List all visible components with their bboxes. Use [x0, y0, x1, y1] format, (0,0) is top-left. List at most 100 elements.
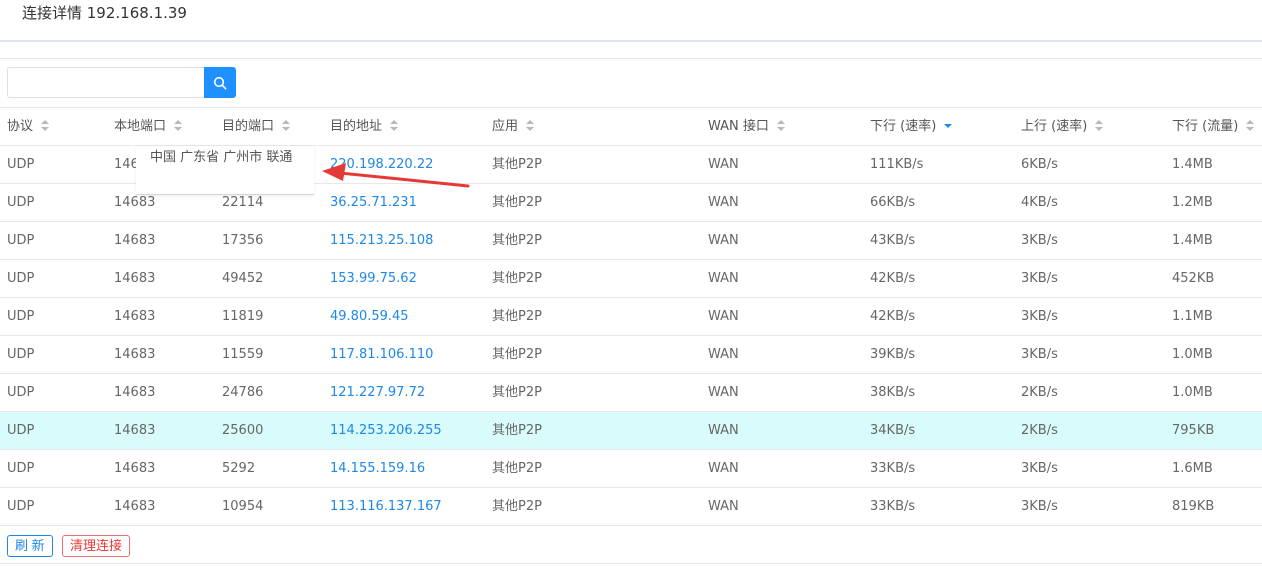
dest-address-link[interactable]: 113.116.137.167 [330, 488, 442, 525]
column-header-application[interactable]: 应用 [492, 108, 535, 145]
cell-down-rate: 33KB/s [870, 461, 916, 476]
cell-down-traffic: 1.1MB [1172, 309, 1213, 324]
column-header-label: 协议 [7, 119, 34, 134]
cell-application: 其他P2P [492, 499, 542, 514]
cell-up-rate: 3KB/s [1021, 347, 1058, 362]
dest-address-link[interactable]: 114.253.206.255 [330, 412, 442, 449]
cell-down-rate: 38KB/s [870, 385, 916, 400]
table-row[interactable]: UDP 14683 10954 113.116.137.167 其他P2P WAN 33KB… [0, 488, 1262, 526]
cell-dest-port: 5292 [222, 461, 256, 476]
cell-down-traffic: 1.0MB [1172, 385, 1213, 400]
column-header-dest-address[interactable]: 目的地址 [330, 108, 399, 145]
cell-dest-port: 11819 [222, 309, 264, 324]
column-header-local-port[interactable]: 本地端口 [114, 108, 183, 145]
search-icon [213, 76, 227, 89]
cell-local-port: 14683 [114, 347, 156, 362]
table-row[interactable]: UDP 14683 49452 153.99.75.62 其他P2P WAN 42KB/s 3… [0, 260, 1262, 298]
column-header-wan-interface[interactable]: WAN 接口 [708, 108, 785, 145]
cell-protocol: UDP [7, 157, 35, 172]
table-row[interactable]: UDP 14683 25600 114.253.206.255 其他P2P WAN 34KB… [0, 412, 1262, 450]
page-title: 连接详情 192.168.1.39 [22, 4, 187, 22]
column-header-up-rate[interactable]: 上行 (速率) [1021, 108, 1104, 145]
cell-down-traffic: 819KB [1172, 499, 1215, 514]
sort-ascending-icon [1246, 119, 1255, 124]
cell-dest-port: 49452 [222, 271, 264, 286]
cell-dest-port: 10954 [222, 499, 264, 514]
search-input[interactable] [7, 67, 204, 98]
sort-descending-icon [282, 126, 291, 131]
cell-local-port: 14683 [114, 233, 156, 248]
cell-local-port: 14683 [114, 385, 156, 400]
sort-descending-icon [776, 126, 785, 131]
sort-icon[interactable] [944, 119, 953, 133]
dest-address-link[interactable]: 36.25.71.231 [330, 184, 417, 221]
cell-application: 其他P2P [492, 385, 542, 400]
cell-up-rate: 3KB/s [1021, 233, 1058, 248]
sort-descending-icon [41, 126, 50, 131]
cell-down-rate: 111KB/s [870, 157, 924, 172]
column-header-down-traffic[interactable]: 下行 (流量) [1172, 108, 1255, 145]
table-row[interactable]: UDP 14683 11819 49.80.59.45 其他P2P WAN 42KB/s 3K… [0, 298, 1262, 336]
sort-descending-icon [944, 123, 953, 128]
table-row[interactable]: UDP 14683 5292 14.155.159.16 其他P2P WAN 33KB/s 3… [0, 450, 1262, 488]
search-button[interactable] [204, 67, 236, 98]
clear-connections-button[interactable]: 清理连接 [62, 535, 131, 557]
cell-up-rate: 2KB/s [1021, 423, 1058, 438]
sort-icon[interactable] [41, 119, 50, 133]
cell-application: 其他P2P [492, 195, 542, 210]
sort-ascending-icon [526, 119, 535, 124]
cell-local-port: 14683 [114, 499, 156, 514]
cell-down-rate: 33KB/s [870, 499, 916, 514]
column-header-dest-port[interactable]: 目的端口 [222, 108, 291, 145]
cell-local-port: 14683 [114, 461, 156, 476]
cell-wan-interface: WAN [708, 347, 739, 362]
sort-icon[interactable] [390, 119, 399, 133]
column-header-label: WAN 接口 [708, 119, 769, 134]
column-header-down-rate[interactable]: 下行 (速率) [870, 108, 953, 145]
dest-address-link[interactable]: 121.227.97.72 [330, 374, 425, 411]
cell-protocol: UDP [7, 499, 35, 514]
cell-down-traffic: 1.4MB [1172, 157, 1213, 172]
sort-icon[interactable] [1246, 119, 1255, 133]
dest-address-link[interactable]: 220.198.220.22 [330, 146, 433, 183]
cell-up-rate: 3KB/s [1021, 499, 1058, 514]
cell-down-rate: 42KB/s [870, 309, 916, 324]
table-row[interactable]: UDP 14683 24786 121.227.97.72 其他P2P WAN 38KB/s… [0, 374, 1262, 412]
column-header-label: 下行 (流量) [1172, 119, 1239, 134]
cell-wan-interface: WAN [708, 499, 739, 514]
cell-up-rate: 3KB/s [1021, 271, 1058, 286]
cell-application: 其他P2P [492, 309, 542, 324]
cell-down-traffic: 1.6MB [1172, 461, 1213, 476]
cell-protocol: UDP [7, 461, 35, 476]
dest-address-link[interactable]: 153.99.75.62 [330, 260, 417, 297]
sort-ascending-icon [282, 119, 291, 124]
sort-icon[interactable] [174, 119, 183, 133]
cell-down-traffic: 452KB [1172, 271, 1215, 286]
sort-icon[interactable] [1095, 119, 1104, 133]
sort-icon[interactable] [776, 119, 785, 133]
dest-address-link[interactable]: 49.80.59.45 [330, 298, 409, 335]
cell-protocol: UDP [7, 271, 35, 286]
cell-wan-interface: WAN [708, 423, 739, 438]
dest-address-link[interactable]: 115.213.25.108 [330, 222, 433, 259]
cell-application: 其他P2P [492, 157, 542, 172]
cell-local-port: 14683 [114, 309, 156, 324]
refresh-button[interactable]: 刷 新 [7, 535, 53, 557]
cell-down-rate: 34KB/s [870, 423, 916, 438]
column-header-label: 目的端口 [222, 119, 275, 134]
dest-address-link[interactable]: 117.81.106.110 [330, 336, 433, 373]
column-header-label: 本地端口 [114, 119, 167, 134]
sort-icon[interactable] [526, 119, 535, 133]
sort-icon[interactable] [282, 119, 291, 133]
column-header-protocol[interactable]: 协议 [7, 108, 50, 145]
dest-address-link[interactable]: 14.155.159.16 [330, 450, 425, 487]
cell-up-rate: 6KB/s [1021, 157, 1058, 172]
cell-dest-port: 17356 [222, 233, 264, 248]
sort-descending-icon [526, 126, 535, 131]
table-row[interactable]: UDP 14683 11559 117.81.106.110 其他P2P WAN 39KB/… [0, 336, 1262, 374]
cell-down-rate: 43KB/s [870, 233, 916, 248]
sort-ascending-icon [174, 119, 183, 124]
cell-application: 其他P2P [492, 271, 542, 286]
column-header-label: 应用 [492, 119, 519, 134]
table-row[interactable]: UDP 14683 17356 115.213.25.108 其他P2P WAN 43KB/… [0, 222, 1262, 260]
